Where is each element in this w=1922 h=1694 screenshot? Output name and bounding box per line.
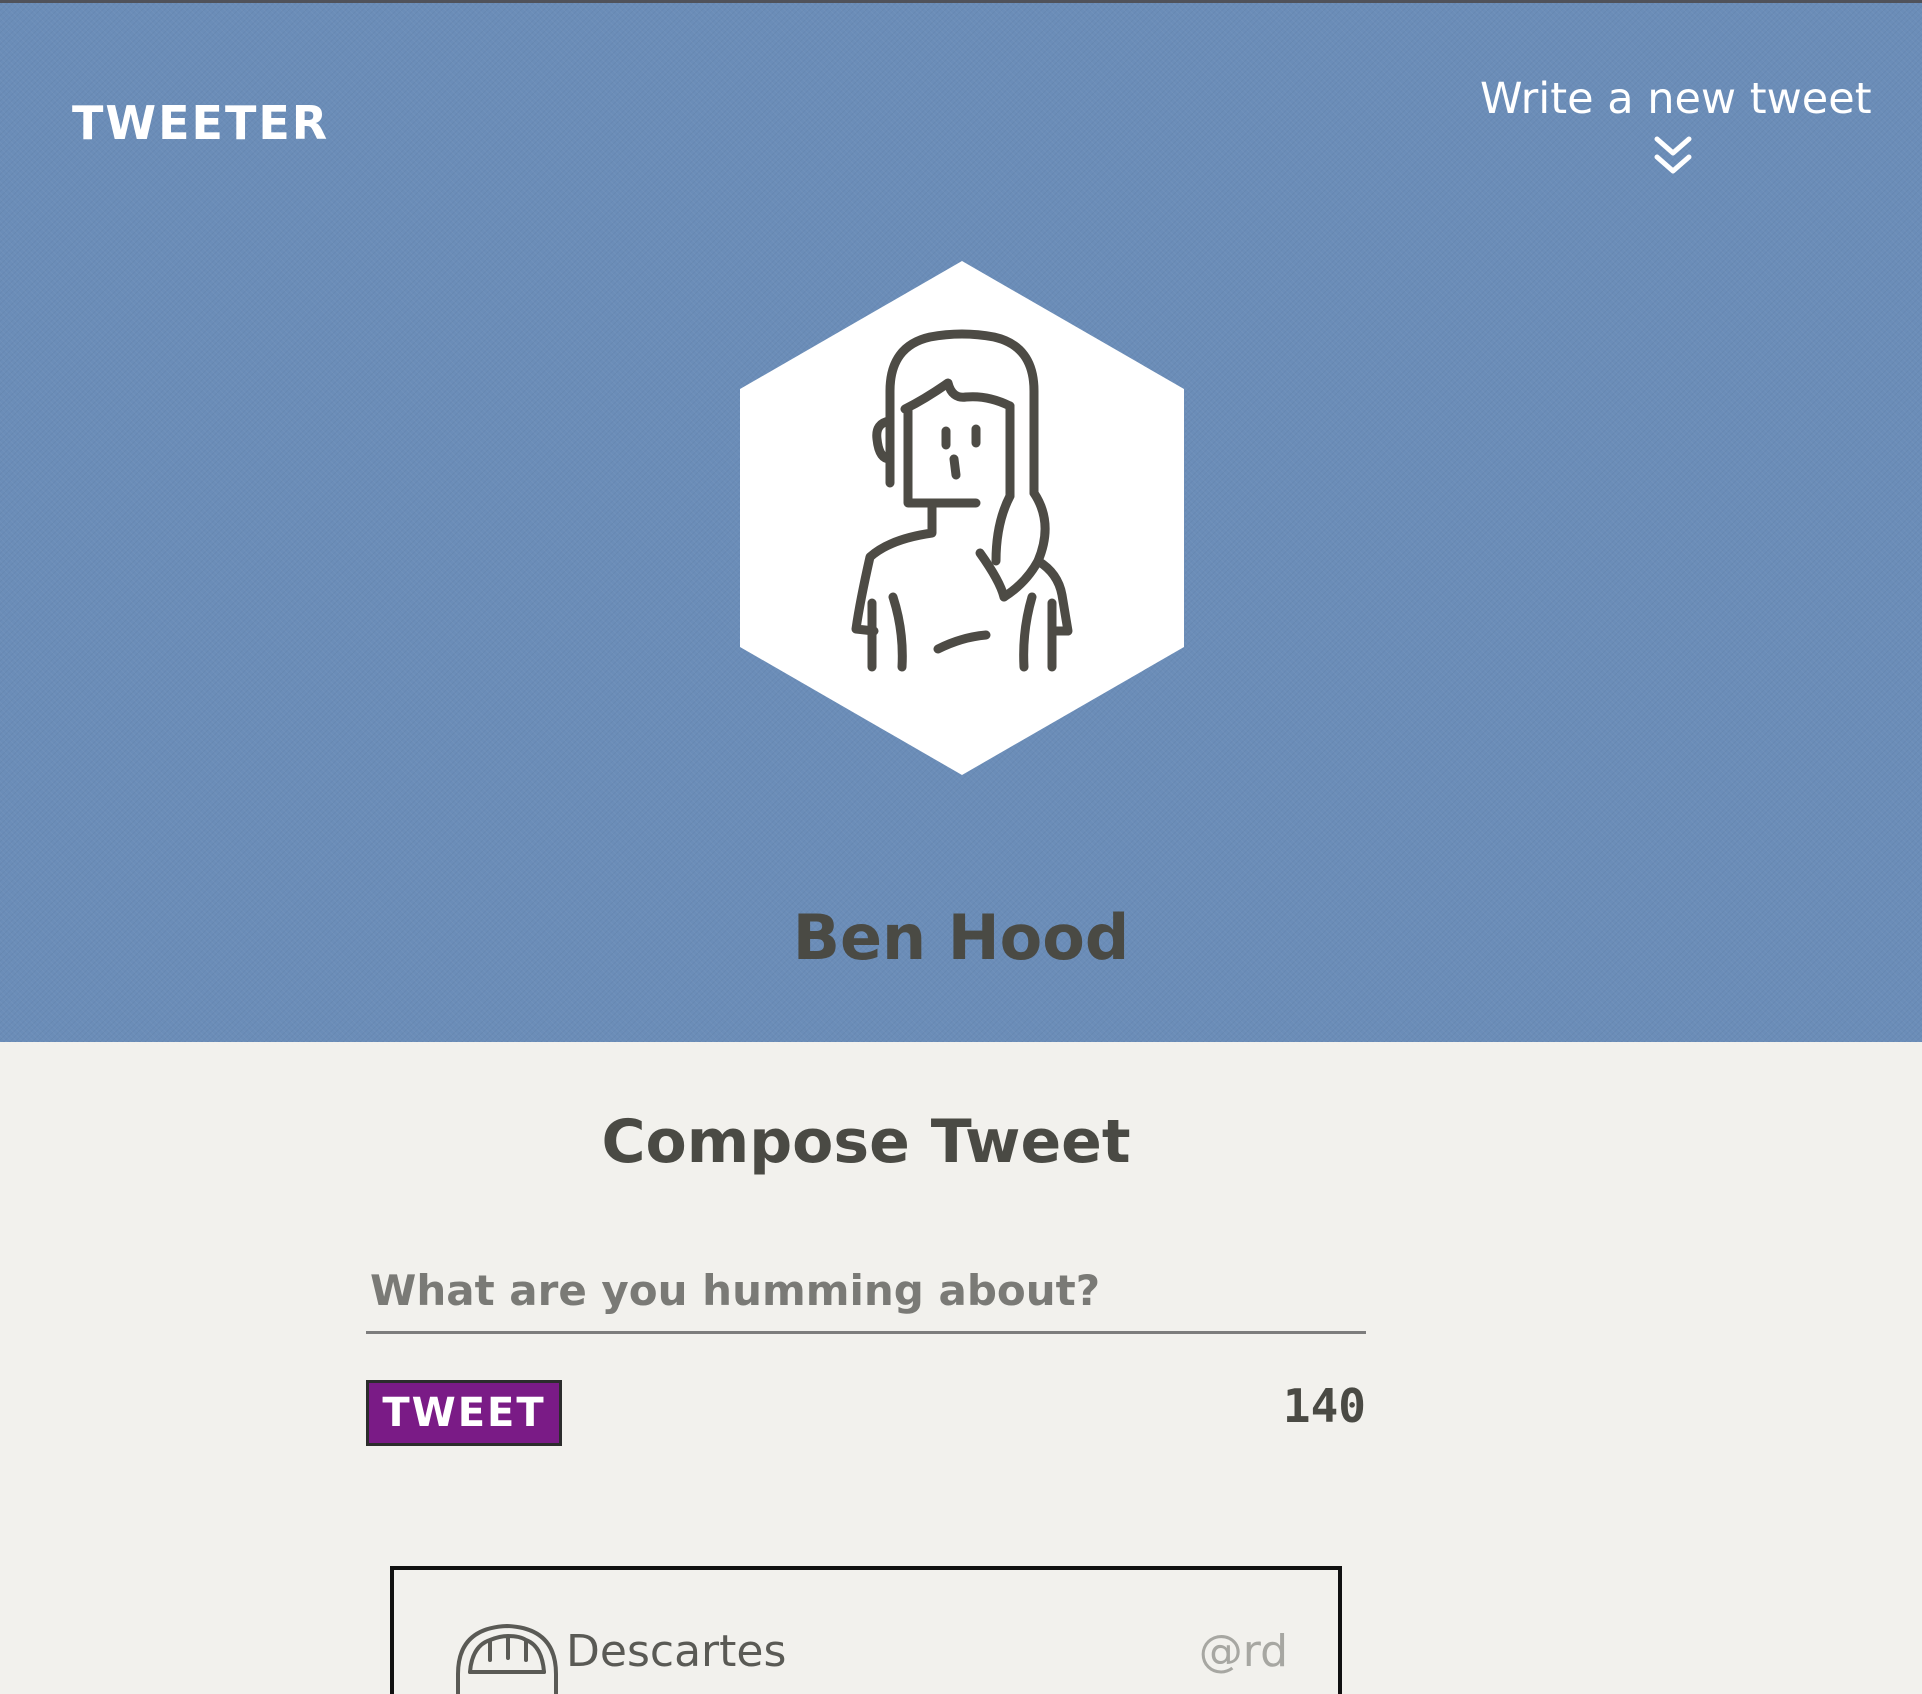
compose-title: Compose Tweet [601, 1107, 1131, 1177]
compose-tweet-section: Compose Tweet TWEET 140 [366, 1092, 1366, 1446]
profile-header: TWEETER Write a new tweet Ben Hood [0, 0, 1922, 1042]
tweet-author-name: Descartes [566, 1626, 787, 1677]
tweet-button[interactable]: TWEET [366, 1380, 562, 1446]
woman-avatar-icon [740, 261, 1184, 775]
app-logo[interactable]: TWEETER [72, 95, 329, 151]
profile-name: Ben Hood [792, 901, 1130, 974]
tweet-input[interactable] [366, 1250, 1366, 1334]
character-counter: 140 [1282, 1379, 1366, 1433]
write-new-tweet-button[interactable]: Write a new tweet [1480, 67, 1872, 179]
write-new-tweet-label: Write a new tweet [1480, 74, 1872, 124]
tweet-author-handle: @rd [1198, 1626, 1288, 1677]
tweet-card: Descartes @rd [390, 1566, 1342, 1694]
avatar-icon [456, 1624, 558, 1694]
double-chevron-down-icon [1654, 136, 1692, 174]
page: TWEETER Write a new tweet Ben Hood Compo… [0, 0, 1922, 1694]
